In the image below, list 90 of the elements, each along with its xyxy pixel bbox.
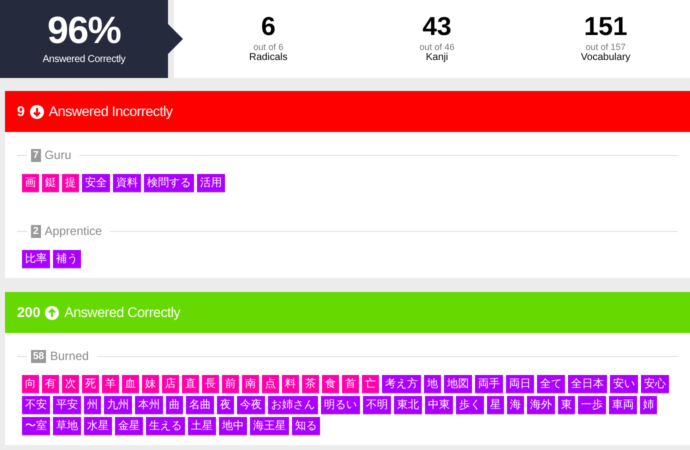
section-title: Answered Incorrectly bbox=[48, 102, 173, 121]
item-tag[interactable]: 検問する bbox=[144, 174, 194, 192]
item-tag[interactable]: 金星 bbox=[115, 417, 143, 435]
item-tag[interactable]: 直 bbox=[182, 375, 199, 393]
item-tag[interactable]: 亡 bbox=[362, 375, 379, 393]
group-name: Guru bbox=[44, 147, 72, 164]
item-tag[interactable]: 考え方 bbox=[382, 375, 421, 393]
item-tag[interactable]: 安全 bbox=[82, 174, 110, 192]
stat-total: out of 46 bbox=[419, 43, 454, 52]
item-tag[interactable]: 不安 bbox=[22, 396, 50, 414]
stat-value: 6 bbox=[261, 13, 276, 40]
item-tag[interactable]: 名曲 bbox=[186, 396, 214, 414]
item-tag[interactable]: 全日本 bbox=[568, 375, 607, 393]
item-tag[interactable]: 地図 bbox=[444, 375, 472, 393]
stat-label: Kanji bbox=[426, 52, 448, 65]
item-tag[interactable]: 海外 bbox=[527, 396, 555, 414]
item-tag[interactable]: 海王星 bbox=[250, 417, 289, 435]
item-tag[interactable]: 〜室 bbox=[22, 417, 50, 435]
item-tag[interactable]: 曲 bbox=[166, 396, 183, 414]
section-count: 9 bbox=[17, 102, 25, 121]
item-tag[interactable]: 明るい bbox=[321, 396, 360, 414]
item-tag[interactable]: 州 bbox=[84, 396, 101, 414]
score-percent: 96% bbox=[47, 12, 121, 50]
group-count: 7 bbox=[31, 148, 41, 162]
item-tag[interactable]: 画 bbox=[22, 174, 39, 192]
item-tag[interactable]: 活用 bbox=[197, 174, 225, 192]
item-tag[interactable]: 食 bbox=[322, 375, 339, 393]
item-tag[interactable]: 姉 bbox=[640, 396, 657, 414]
item-tag[interactable]: 安心 bbox=[641, 375, 669, 393]
item-tag[interactable]: 地中 bbox=[219, 417, 247, 435]
item-tag[interactable]: 地 bbox=[424, 375, 441, 393]
item-tag[interactable]: 海 bbox=[507, 396, 524, 414]
item-tag[interactable]: 茶 bbox=[302, 375, 319, 393]
item-tag[interactable]: 土星 bbox=[188, 417, 216, 435]
item-tag[interactable]: 車両 bbox=[609, 396, 637, 414]
item-tag[interactable]: 草地 bbox=[53, 417, 81, 435]
item-tag[interactable]: 料 bbox=[282, 375, 299, 393]
item-tag[interactable]: 首 bbox=[342, 375, 359, 393]
item-tag[interactable]: 次 bbox=[62, 375, 79, 393]
item-tag[interactable]: 生える bbox=[146, 417, 185, 435]
item-tag[interactable]: 星 bbox=[487, 396, 504, 414]
item-tag[interactable]: 長 bbox=[202, 375, 219, 393]
item-tag[interactable]: 羊 bbox=[102, 375, 119, 393]
item-tag[interactable]: お姉さん bbox=[268, 396, 318, 414]
item-tag[interactable]: 今夜 bbox=[237, 396, 265, 414]
item-tag[interactable]: 本州 bbox=[135, 396, 163, 414]
group-name: Apprentice bbox=[44, 223, 102, 240]
item-tag[interactable]: 不明 bbox=[363, 396, 391, 414]
item-tag[interactable]: 全て bbox=[537, 375, 565, 393]
item-tag[interactable]: 一歩 bbox=[578, 396, 606, 414]
item-tag[interactable]: 中東 bbox=[425, 396, 453, 414]
section-count: 200 bbox=[17, 303, 40, 322]
item-tag[interactable]: 東 bbox=[558, 396, 575, 414]
item-tag[interactable]: 南 bbox=[242, 375, 259, 393]
group-count: 2 bbox=[31, 224, 41, 238]
stat-value: 43 bbox=[422, 13, 452, 40]
item-tag[interactable]: 知る bbox=[292, 417, 320, 435]
section-title: Answered Correctly bbox=[64, 303, 180, 322]
item-tag[interactable]: 有 bbox=[42, 375, 59, 393]
stat-total: out of 157 bbox=[586, 43, 626, 52]
item-tag[interactable]: 両手 bbox=[475, 375, 503, 393]
item-tag[interactable]: 夜 bbox=[217, 396, 234, 414]
item-tag[interactable]: 補う bbox=[53, 250, 81, 268]
item-tag[interactable]: 水星 bbox=[84, 417, 112, 435]
item-tag[interactable]: 前 bbox=[222, 375, 239, 393]
stat-value: 151 bbox=[584, 13, 628, 40]
item-tag[interactable]: 点 bbox=[262, 375, 279, 393]
item-tag[interactable]: 死 bbox=[82, 375, 99, 393]
arrow-down-circle-icon bbox=[30, 104, 44, 118]
stat-label: Radicals bbox=[249, 52, 288, 65]
item-tag[interactable]: 妹 bbox=[142, 375, 159, 393]
arrow-up-circle-icon bbox=[45, 306, 60, 320]
item-tag[interactable]: 鋌 bbox=[42, 174, 59, 192]
item-tag[interactable]: 東北 bbox=[394, 396, 422, 414]
item-tag[interactable]: 資料 bbox=[113, 174, 141, 192]
score-label: Answered Correctly bbox=[42, 52, 126, 66]
stat-total: out of 6 bbox=[253, 43, 284, 52]
item-tag[interactable]: 九州 bbox=[104, 396, 132, 414]
item-tag[interactable]: 比率 bbox=[22, 250, 50, 268]
item-tag[interactable]: 歩く bbox=[456, 396, 484, 414]
group-count: 58 bbox=[31, 350, 46, 362]
item-tag[interactable]: 平安 bbox=[53, 396, 81, 414]
item-tag[interactable]: 店 bbox=[162, 375, 179, 393]
stat-label: Vocabulary bbox=[580, 52, 630, 65]
item-tag[interactable]: 提 bbox=[62, 174, 79, 192]
item-tag[interactable]: 向 bbox=[22, 375, 39, 393]
item-tag[interactable]: 両日 bbox=[506, 375, 534, 393]
item-tag[interactable]: 血 bbox=[122, 375, 139, 393]
item-tag[interactable]: 安い bbox=[610, 375, 638, 393]
group-name: Burned bbox=[50, 348, 89, 365]
